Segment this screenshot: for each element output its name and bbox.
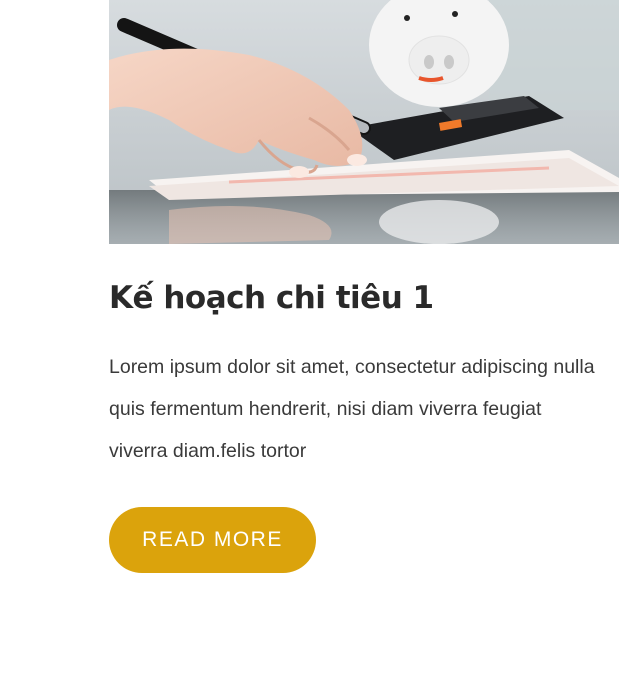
post-title[interactable]: Kế hoạch chi tiêu 1 <box>109 280 434 316</box>
read-more-button[interactable]: READ MORE <box>109 507 316 573</box>
post-excerpt-line: quis fermentum hendrerit, nisi diam vive… <box>109 398 542 420</box>
post-featured-image[interactable] <box>109 0 619 244</box>
post-excerpt-line: viverra diam.felis tortor <box>109 440 307 462</box>
post-excerpt: Lorem ipsum dolor sit amet, consectetur … <box>109 346 619 472</box>
finance-photo-illustration <box>109 0 619 244</box>
blog-post-card: Kế hoạch chi tiêu 1 Lorem ipsum dolor si… <box>109 0 619 695</box>
post-excerpt-line: Lorem ipsum dolor sit amet, consectetur … <box>109 356 595 378</box>
